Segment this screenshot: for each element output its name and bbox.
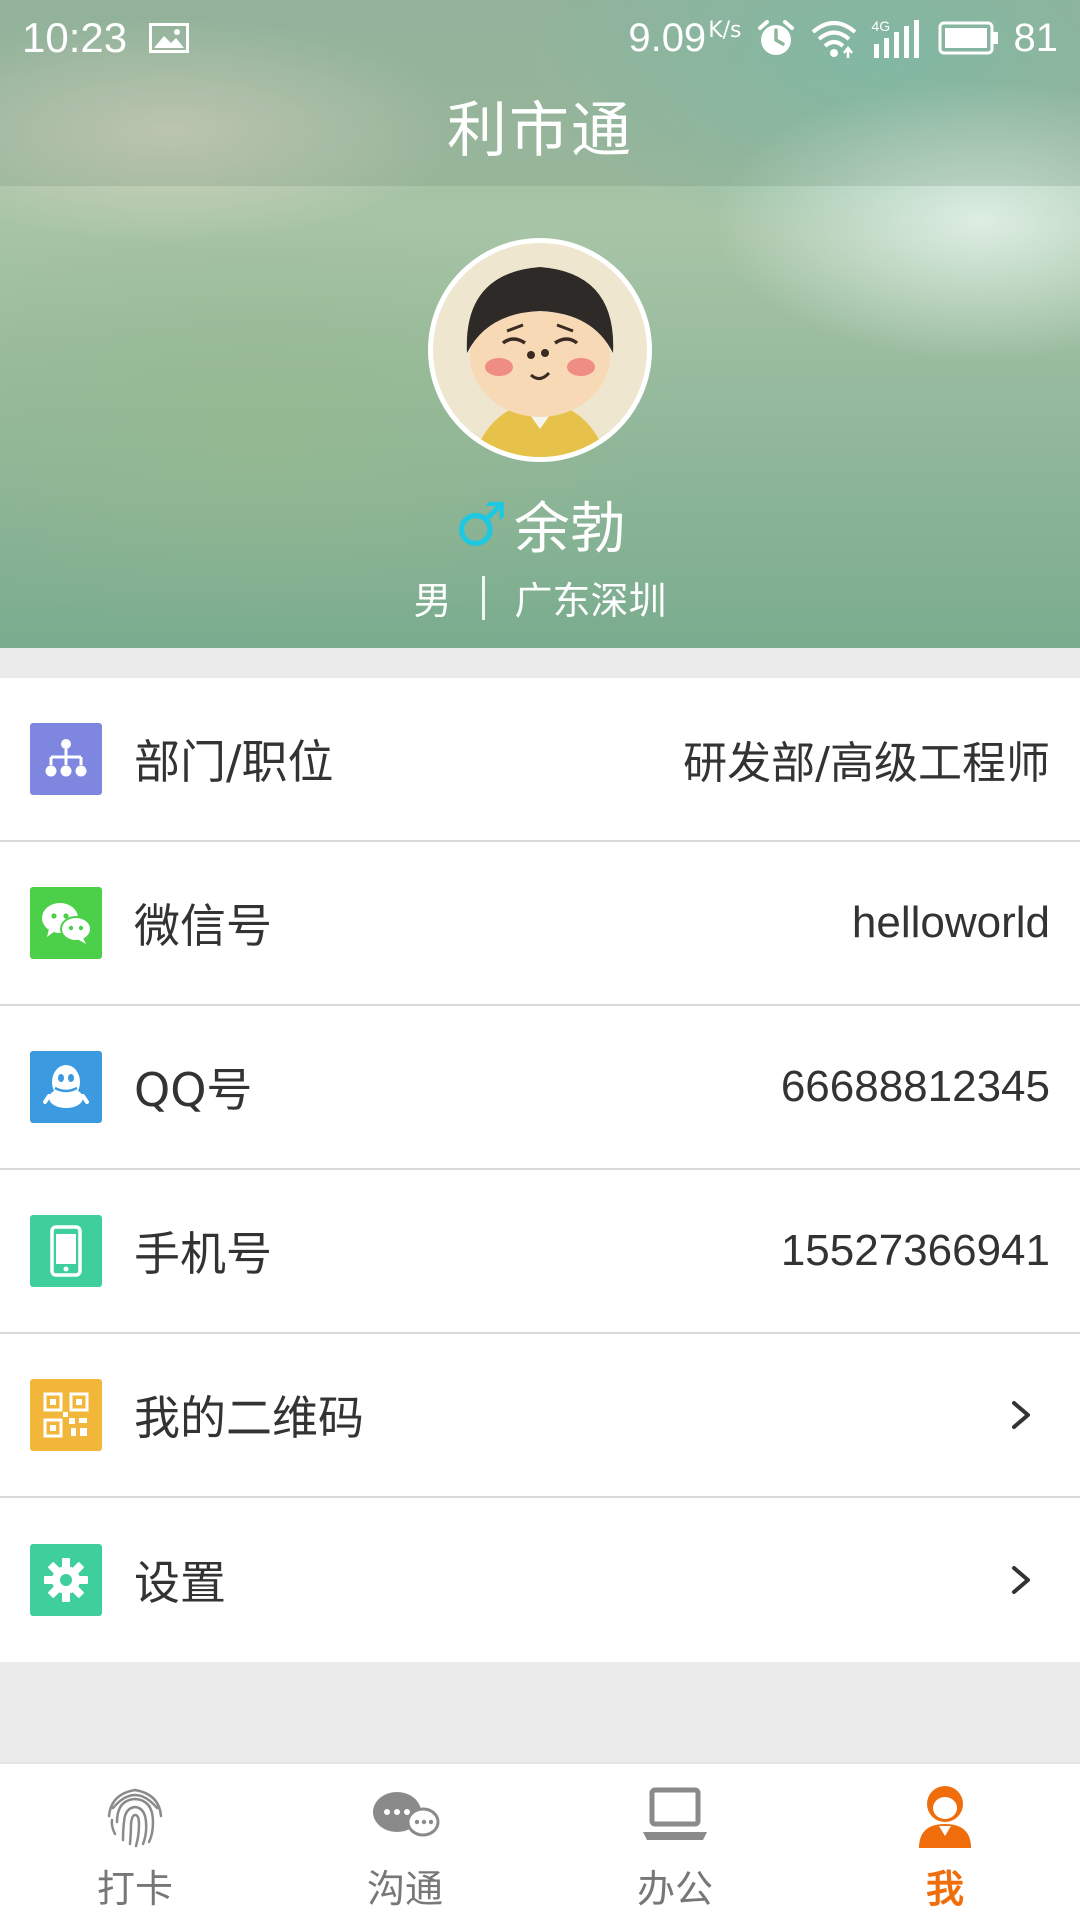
meta-divider — [481, 575, 485, 620]
info-row-department: 部门/职位 研发部/高级工程师 — [0, 678, 1080, 842]
qq-label: QQ号 — [134, 1063, 253, 1117]
phone-label: 手机号 — [134, 1227, 272, 1281]
user-name-row: ♂ 余勃 — [0, 484, 1080, 565]
network-speed-value: 9.09 — [628, 16, 707, 60]
chat-bubbles-icon — [373, 1792, 440, 1837]
tab-me-label: 我 — [925, 1867, 964, 1911]
male-gender-icon: ♂ — [454, 489, 508, 560]
user-location: 广东深圳 — [514, 579, 667, 623]
wifi-icon — [811, 21, 856, 58]
user-meta: 男 广东深圳 — [0, 570, 1080, 625]
alarm-icon — [757, 20, 794, 55]
avatar-image — [433, 243, 647, 457]
wechat-icon — [30, 887, 102, 959]
profile-header: 10:23 9.09K/s 4G 81 利市通 ♂ 余勃 男 广东深圳 — [0, 0, 1080, 648]
phone-value: 15527366941 — [780, 1226, 1050, 1275]
network-speed: 9.09K/s — [628, 15, 741, 61]
department-value: 研发部/高级工程师 — [683, 738, 1050, 789]
department-label: 部门/职位 — [134, 735, 334, 789]
org-chart-icon — [30, 723, 102, 795]
phone-icon — [30, 1215, 102, 1287]
chevron-right-icon — [1012, 1401, 1030, 1429]
chevron-right-icon — [1012, 1566, 1030, 1594]
user-name: 余勃 — [513, 497, 626, 562]
settings-label: 设置 — [134, 1556, 226, 1610]
network-speed-unit: K/s — [708, 17, 742, 43]
profile-info-list: 部门/职位 研发部/高级工程师 微信号 helloworld QQ号 66688… — [0, 678, 1080, 1662]
qr-code-icon — [30, 1379, 102, 1451]
image-notification-icon — [149, 23, 190, 53]
qq-icon — [30, 1051, 102, 1123]
tab-clock-in[interactable]: 打卡 — [0, 1764, 270, 1920]
user-profile-icon — [919, 1786, 971, 1848]
status-indicators: 9.09K/s 4G 81 — [628, 15, 1058, 61]
tab-chat[interactable]: 沟通 — [270, 1764, 540, 1920]
tab-office[interactable]: 办公 — [540, 1764, 810, 1920]
tab-chat-label: 沟通 — [366, 1867, 443, 1911]
tab-me[interactable]: 我 — [810, 1764, 1080, 1920]
info-row-qr-code[interactable]: 我的二维码 — [0, 1334, 1080, 1498]
app-title: 利市通 — [447, 96, 633, 166]
avatar[interactable] — [428, 238, 652, 462]
info-row-qq: QQ号 66688812345 — [0, 1006, 1080, 1170]
status-time: 10:23 — [22, 14, 128, 61]
qr-code-label: 我的二维码 — [134, 1391, 364, 1445]
wechat-value: helloworld — [851, 898, 1050, 947]
user-gender: 男 — [413, 579, 452, 623]
fingerprint-icon — [107, 1788, 163, 1848]
bottom-tab-bar: 打卡 沟通 办公 我 — [0, 1762, 1080, 1920]
info-row-settings[interactable]: 设置 — [0, 1498, 1080, 1662]
cellular-signal: 4G — [872, 18, 924, 58]
laptop-icon — [643, 1787, 707, 1840]
tab-clock-in-label: 打卡 — [96, 1867, 173, 1911]
battery-level: 81 — [1013, 15, 1059, 60]
status-bar: 10:23 9.09K/s 4G 81 — [0, 0, 1080, 76]
gear-icon — [30, 1544, 102, 1616]
wechat-label: 微信号 — [134, 899, 272, 953]
info-row-wechat: 微信号 helloworld — [0, 842, 1080, 1006]
info-row-phone: 手机号 15527366941 — [0, 1170, 1080, 1334]
qq-value: 66688812345 — [780, 1062, 1050, 1111]
tab-office-label: 办公 — [636, 1867, 713, 1911]
battery-icon — [938, 21, 998, 55]
signal-bars-icon — [873, 20, 919, 58]
